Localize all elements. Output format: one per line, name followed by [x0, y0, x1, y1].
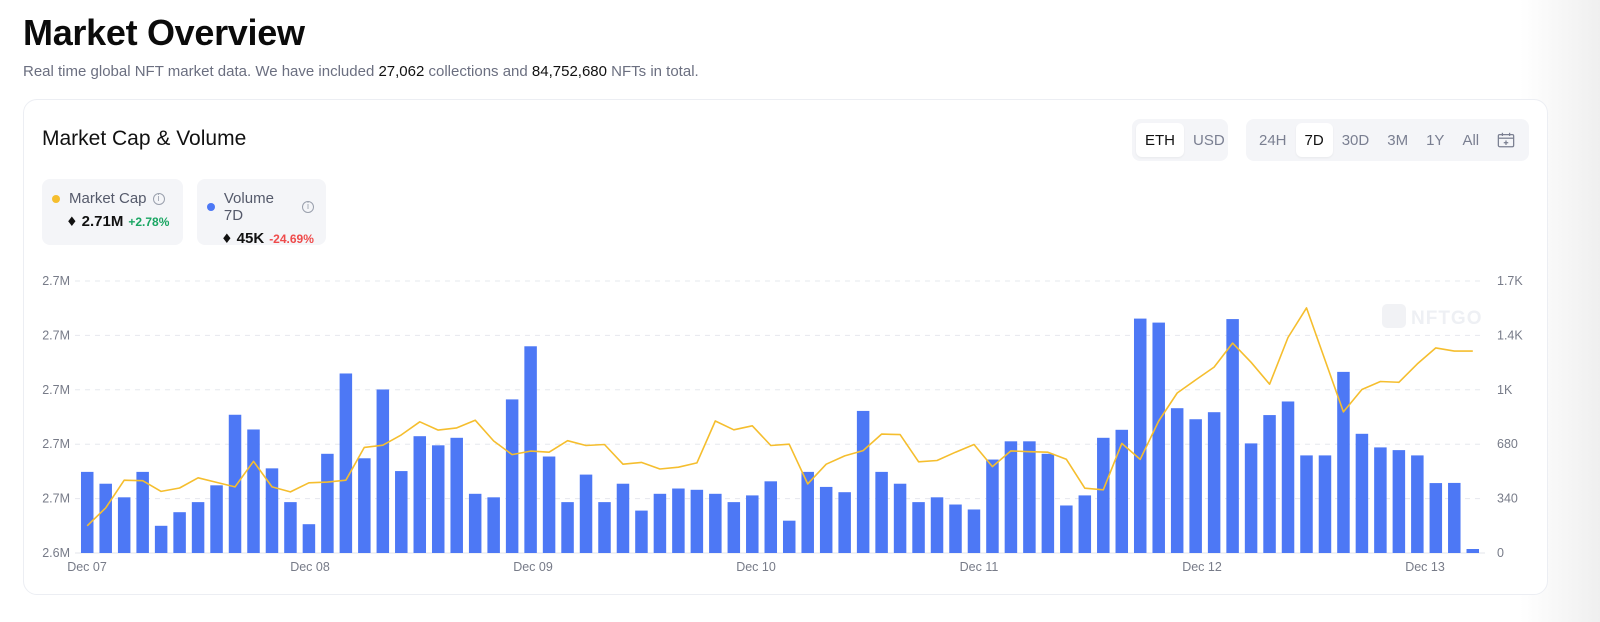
- y-left-tick-label: 2.6M: [42, 546, 70, 560]
- volume-bar: [819, 486, 833, 553]
- volume-bar: [1374, 447, 1387, 553]
- y-right-tick-label: 0: [1497, 546, 1504, 560]
- volume-bar: [727, 502, 741, 553]
- volume-bar: [764, 481, 778, 553]
- volume-bar: [1170, 408, 1184, 553]
- volume-bar: [1041, 453, 1055, 553]
- volume-bar: [1023, 441, 1036, 553]
- x-tick-label: Dec 11: [960, 560, 999, 574]
- volume-bar: [561, 502, 574, 553]
- volume-bar: [653, 493, 667, 553]
- volume-bar: [1226, 319, 1239, 553]
- volume-bar: [117, 497, 131, 553]
- x-tick-label: Dec 10: [736, 560, 776, 574]
- y-left-tick-label: 2.7M: [42, 328, 70, 342]
- volume-bar: [247, 429, 260, 553]
- volume-bar: [487, 497, 500, 553]
- market-cap-volume-chart: 2.6M 2.7M 2.7M 2.7M 2.7M 2.7M 0 340 680 1K 1.4K 1.7…: [42, 274, 1523, 574]
- volume-bar: [1189, 419, 1202, 553]
- volume-bar: [1466, 549, 1480, 553]
- y-left-tick-label: 2.7M: [42, 383, 70, 397]
- volume-bar: [1392, 450, 1406, 553]
- volume-bar: [376, 389, 390, 553]
- y-left-tick-label: 2.7M: [42, 492, 70, 506]
- volume-bar: [1263, 415, 1276, 553]
- x-tick-label: Dec 07: [67, 560, 107, 574]
- volume-bar: [1115, 429, 1129, 553]
- volume-bar: [191, 502, 205, 553]
- nftgo-watermark-icon: [1382, 304, 1406, 328]
- y-right-tick-label: 1.4K: [1497, 328, 1523, 342]
- x-tick-label: Dec 13: [1405, 560, 1445, 574]
- volume-bar: [690, 489, 704, 553]
- volume-bar: [1097, 437, 1110, 553]
- volume-bar: [524, 346, 537, 553]
- volume-bar: [468, 493, 482, 553]
- volume-bar: [1318, 455, 1332, 553]
- volume-bar: [1411, 455, 1424, 553]
- volume-bar: [746, 495, 759, 553]
- volume-bar: [210, 485, 223, 553]
- x-tick-label: Dec 08: [290, 560, 330, 574]
- volume-bar: [450, 437, 463, 553]
- volume-bar: [949, 504, 962, 553]
- volume-bar: [1300, 455, 1313, 553]
- y-left-tick-label: 2.7M: [42, 274, 70, 288]
- volume-bar: [173, 512, 186, 553]
- volume-bar: [1355, 433, 1369, 553]
- volume-bar: [1244, 443, 1258, 553]
- x-tick-label: Dec 09: [513, 560, 553, 574]
- volume-bar: [321, 453, 334, 553]
- volume-bar: [856, 410, 870, 553]
- y-left-tick-label: 2.7M: [42, 437, 70, 451]
- y-right-tick-label: 1.7K: [1497, 274, 1523, 288]
- volume-bar: [912, 502, 925, 553]
- volume-bar: [1078, 495, 1092, 553]
- volume-bar: [986, 459, 999, 553]
- volume-bar: [635, 510, 648, 553]
- volume-bar: [1207, 412, 1221, 553]
- y-right-tick-label: 340: [1497, 492, 1518, 506]
- volume-bar: [709, 493, 722, 553]
- volume-bar: [579, 474, 593, 553]
- volume-bar: [228, 414, 242, 553]
- volume-bar: [616, 483, 630, 553]
- volume-bar: [782, 520, 796, 553]
- volume-bar: [1281, 401, 1295, 553]
- volume-bar: [395, 471, 408, 553]
- volume-bar: [1448, 482, 1461, 553]
- volume-bar: [893, 483, 907, 553]
- volume-bar: [413, 436, 427, 553]
- y-right-tick-label: 680: [1497, 437, 1518, 451]
- volume-bar: [302, 524, 316, 553]
- volume-bar: [1152, 322, 1165, 553]
- nftgo-watermark: NFTGO: [1411, 308, 1483, 329]
- volume-bar: [339, 373, 353, 553]
- y-right-tick-label: 1K: [1497, 383, 1513, 397]
- volume-bar: [930, 497, 944, 553]
- volume-bar: [154, 525, 168, 553]
- volume-bar: [542, 456, 556, 553]
- volume-bar: [80, 471, 94, 553]
- volume-bar: [598, 502, 611, 553]
- volume-bar: [875, 471, 888, 553]
- volume-bar: [1060, 505, 1073, 553]
- volume-bar: [1133, 318, 1147, 553]
- volume-bar: [838, 492, 851, 553]
- volume-bar: [99, 483, 112, 553]
- volume-bar: [672, 488, 685, 553]
- volume-bar: [358, 458, 371, 553]
- volume-bar: [967, 509, 981, 553]
- x-tick-label: Dec 12: [1182, 560, 1222, 574]
- volume-bar: [284, 502, 297, 553]
- volume-bar: [505, 399, 519, 553]
- volume-bar: [1429, 483, 1443, 553]
- volume-bar: [431, 445, 445, 553]
- volume-bar: [1004, 441, 1018, 553]
